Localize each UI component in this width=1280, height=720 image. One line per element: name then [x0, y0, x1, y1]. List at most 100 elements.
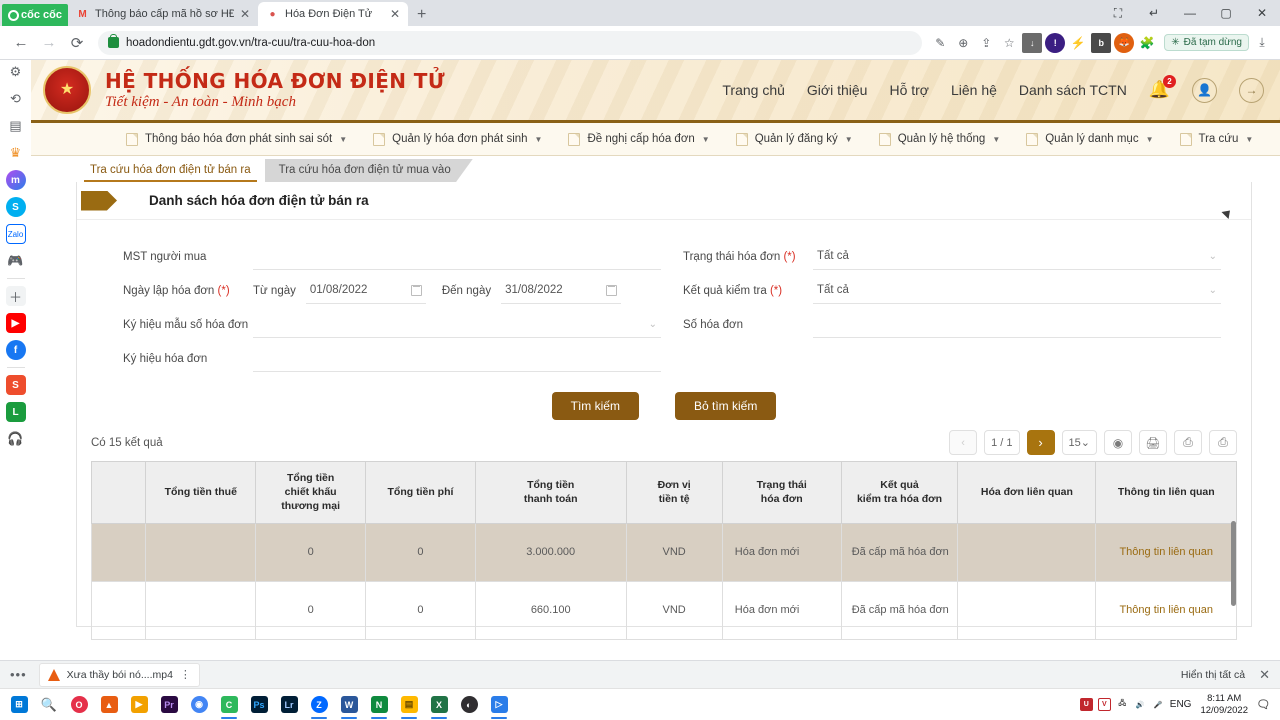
reload-button[interactable]: ⟳ — [64, 30, 90, 56]
menu-item-quan-ly-hoa-don-phat-sinh[interactable]: Quản lý hóa đơn phát sinh ▼ — [360, 132, 555, 146]
restore-down-icon[interactable]: ↵ — [1136, 0, 1172, 26]
nav-gioi-thieu[interactable]: Giới thiệu — [807, 82, 868, 98]
explorer-icon[interactable]: ▤ — [394, 690, 424, 720]
reading-list-icon[interactable]: ▤ — [6, 116, 26, 136]
clear-search-button[interactable]: Bỏ tìm kiếm — [674, 392, 777, 420]
download-tray-icon[interactable]: ⤓ — [1252, 33, 1272, 53]
youtube-icon[interactable]: ▶ — [5, 313, 26, 333]
unikey-icon[interactable]: U — [1079, 698, 1093, 711]
volume-icon[interactable]: 🔊 — [1133, 698, 1147, 711]
table-vertical-scrollbar[interactable] — [1231, 521, 1236, 606]
chrome-icon[interactable]: ◉ — [184, 690, 214, 720]
bitly-icon[interactable]: b — [1091, 32, 1112, 53]
premiere-icon[interactable]: Pr — [154, 690, 184, 720]
tab-tra-cuu-ban-ra[interactable]: Tra cứu hóa đơn điện tử bán ra — [76, 159, 265, 182]
lightning-icon[interactable]: ⚡ — [1068, 33, 1088, 53]
browser-tab-2[interactable]: ● Hóa Đơn Điện Tử ✕ — [258, 2, 408, 26]
music-icon[interactable]: 🎧 — [6, 429, 26, 449]
user-account-icon[interactable]: 👤 — [1192, 77, 1217, 103]
close-window-icon[interactable]: ✕ — [1244, 0, 1280, 26]
nav-lien-he[interactable]: Liên hệ — [951, 82, 997, 98]
address-bar[interactable]: hoadondientu.gdt.gov.vn/tra-cuu/tra-cuu-… — [98, 30, 923, 55]
facebook-icon[interactable]: f — [5, 340, 26, 360]
close-icon[interactable]: ✕ — [390, 7, 400, 21]
share-icon[interactable]: ⇪ — [976, 33, 996, 53]
mst-input[interactable] — [253, 243, 661, 270]
menu-item-tra-cuu[interactable]: Tra cứu ▼ — [1167, 132, 1267, 146]
crown-icon[interactable]: ♛ — [6, 143, 26, 163]
template-select[interactable]: ⌄ — [253, 311, 661, 338]
language-indicator[interactable]: ENG — [1170, 699, 1192, 710]
nav-ho-tro[interactable]: Hỗ trợ — [889, 82, 929, 98]
menu-item-quan-ly-danh-muc[interactable]: Quản lý danh mục ▼ — [1013, 132, 1166, 146]
download-item[interactable]: Xưa thầy bói nó....mp4 ⋮ — [38, 662, 200, 687]
coccoc-icon[interactable]: C — [214, 690, 244, 720]
export-excel-icon[interactable]: ⎙ — [1174, 430, 1202, 455]
pause-status-badge[interactable]: ✳ Đã tạm dừng — [1164, 34, 1249, 51]
eye-icon[interactable]: ◉ — [1104, 430, 1132, 455]
cell-checkbox[interactable] — [90, 580, 147, 640]
close-icon[interactable]: ✕ — [240, 7, 250, 21]
zalo-icon[interactable]: Zalo — [5, 224, 26, 244]
word-icon[interactable]: W — [334, 690, 364, 720]
gear-icon[interactable]: ⚙ — [6, 62, 26, 82]
game-icon[interactable]: 🎮 — [6, 251, 26, 271]
show-all-downloads-link[interactable]: Hiển thị tất cả — [1181, 669, 1245, 681]
opera-icon[interactable]: O — [64, 690, 94, 720]
status-select[interactable]: Tất cả ⌄ — [813, 243, 1221, 270]
taskbar-search-icon[interactable]: 🔍 — [34, 690, 64, 720]
excel-icon[interactable]: X — [424, 690, 454, 720]
table-row[interactable]: 0 0 660.100 VND Hóa đơn mới Đã cấp mã hó… — [90, 580, 1237, 640]
back-button[interactable]: ← — [8, 30, 34, 56]
skype-icon[interactable]: S — [5, 197, 26, 217]
page-size-select[interactable]: 15 ⌄ — [1061, 430, 1097, 455]
browser-tab-1[interactable]: M Thông báo cấp mã hồ sơ HĐ ✕ — [68, 2, 258, 26]
notification-bell-icon[interactable]: 🔔 2 — [1149, 75, 1176, 100]
notepad-icon[interactable]: N — [364, 690, 394, 720]
coccoc-brand-button[interactable]: cốc cốc — [2, 4, 68, 26]
lightroom-icon[interactable]: Lr — [274, 690, 304, 720]
invoice-number-input[interactable] — [813, 311, 1221, 338]
action-center-icon[interactable]: 🗨 — [1257, 698, 1270, 711]
menu-item-thong-bao-sai-sot[interactable]: Thông báo hóa đơn phát sinh sai sót ▼ — [113, 132, 360, 146]
forward-button[interactable]: → — [36, 30, 62, 56]
screenshot-icon[interactable]: ⛶ — [1100, 0, 1136, 26]
downloads-more-icon[interactable]: ••• — [6, 667, 31, 682]
cell-thong-tin-lien-quan[interactable]: Thông tin liên quan — [1095, 580, 1237, 640]
print-icon[interactable]: 🖨 — [1139, 430, 1167, 455]
network-icon[interactable]: 🖧 — [1115, 698, 1129, 711]
calendar-icon[interactable] — [606, 284, 618, 296]
from-date-input[interactable]: 01/08/2022 — [305, 277, 426, 304]
calendar-icon[interactable] — [410, 284, 422, 296]
minimize-icon[interactable]: — — [1172, 0, 1208, 26]
obs-icon[interactable]: ◐ — [454, 690, 484, 720]
symbol-input[interactable] — [253, 345, 661, 372]
close-download-bar-icon[interactable]: ✕ — [1259, 667, 1270, 683]
menu-item-quan-ly-he-thong[interactable]: Quản lý hệ thống ▼ — [866, 132, 1014, 146]
table-row[interactable]: 0 0 3.000.000 VND Hóa đơn mới Đã cấp mã … — [90, 522, 1237, 582]
cell-checkbox[interactable] — [90, 522, 147, 582]
mic-icon[interactable]: 🎤 — [1151, 698, 1165, 711]
taskbar-clock[interactable]: 8:11 AM 12/09/2022 — [1196, 693, 1252, 717]
prev-page-button[interactable]: ‹ — [949, 430, 978, 455]
menu-item-de-nghi-cap-hoa-don[interactable]: Đề nghị cấp hóa đơn ▼ — [555, 132, 722, 146]
teamviewer-icon[interactable]: V — [1097, 698, 1111, 711]
movies-icon[interactable]: ▷ — [484, 690, 514, 720]
fox-icon[interactable]: 🦊 — [1114, 32, 1135, 53]
adblock-icon[interactable]: ! — [1045, 32, 1066, 53]
new-tab-button[interactable]: + — [408, 6, 435, 26]
next-page-button[interactable]: › — [1026, 430, 1055, 455]
check-result-select[interactable]: Tất cả ⌄ — [813, 277, 1221, 304]
cell-thong-tin-lien-quan[interactable]: Thông tin liên quan — [1095, 522, 1237, 582]
bookmark-star-icon[interactable]: ☆ — [999, 33, 1019, 53]
puzzle-icon[interactable]: 🧩 — [1137, 33, 1157, 53]
history-icon[interactable]: ⟲ — [6, 89, 26, 109]
to-date-input[interactable]: 31/08/2022 — [501, 277, 622, 304]
messenger-icon[interactable]: m — [5, 170, 26, 190]
logout-arrow-icon[interactable]: → — [1239, 77, 1264, 103]
pen-icon[interactable]: ✎ — [930, 33, 950, 53]
menu-item-quan-ly-dang-ky[interactable]: Quản lý đăng ký ▼ — [723, 132, 866, 146]
lazada-icon[interactable]: L — [5, 402, 26, 422]
download-menu-icon[interactable]: ⋮ — [180, 668, 191, 681]
zoom-icon[interactable]: ⊕ — [953, 33, 973, 53]
